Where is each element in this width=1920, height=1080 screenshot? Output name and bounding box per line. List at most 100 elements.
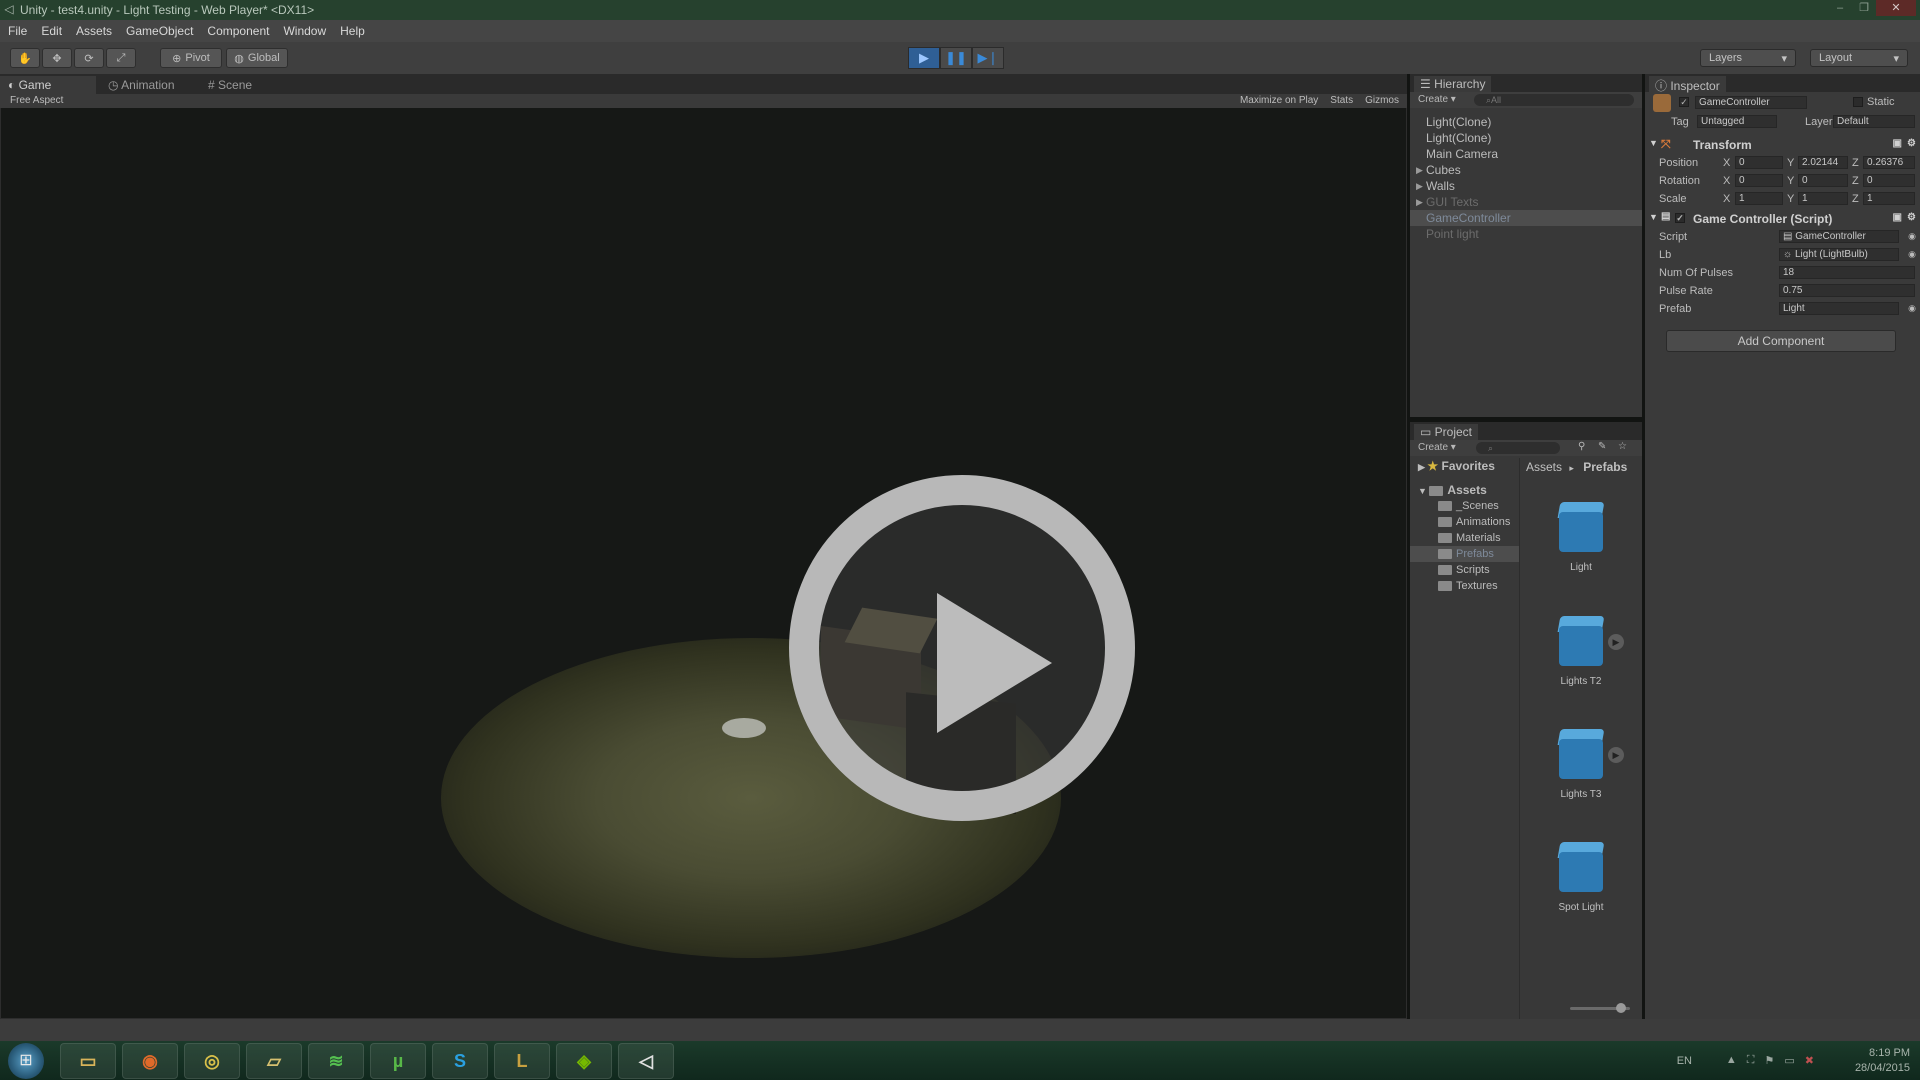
tab-animation[interactable]: ◷ Animation <box>100 76 196 94</box>
flag-icon[interactable]: ⚑ <box>1765 1054 1775 1067</box>
rotation-y-field[interactable]: 0 <box>1798 174 1848 187</box>
hierarchy-item[interactable]: ▶ Cubes <box>1410 162 1642 178</box>
hierarchy-item-selected[interactable]: GameController <box>1410 210 1642 226</box>
hierarchy-item[interactable]: ▶ Walls <box>1410 178 1642 194</box>
maximize-button[interactable]: ❐ <box>1852 0 1876 16</box>
folder-item[interactable]: Textures <box>1410 578 1519 594</box>
utorrent-taskbar-button[interactable]: µ <box>370 1043 426 1079</box>
spotify-taskbar-button[interactable]: ≋ <box>308 1043 364 1079</box>
object-picker-icon[interactable]: ◉ <box>1908 303 1916 314</box>
expand-arrow-icon[interactable]: ▶ <box>1418 462 1427 472</box>
gizmos-dropdown[interactable]: Gizmos <box>1365 95 1399 106</box>
filter-icon[interactable]: ⚲ <box>1578 441 1585 452</box>
aspect-dropdown[interactable]: Free Aspect <box>10 95 63 106</box>
script-component-header[interactable]: ▼ ▤ ✓ Game Controller (Script) ▣ ⚙ <box>1645 210 1920 228</box>
pause-button[interactable]: ❚❚ <box>940 47 972 69</box>
maximize-on-play-toggle[interactable]: Maximize on Play <box>1240 95 1318 106</box>
file-explorer-taskbar-button[interactable]: ▭ <box>60 1043 116 1079</box>
slider-knob[interactable] <box>1616 1003 1626 1013</box>
scale-z-field[interactable]: 1 <box>1863 192 1915 205</box>
prefab-asset[interactable]: Spot Light <box>1536 838 1626 913</box>
hierarchy-item[interactable]: Point light <box>1410 226 1642 242</box>
stats-toggle[interactable]: Stats <box>1330 95 1353 106</box>
hand-tool-button[interactable]: ✋ <box>10 48 40 68</box>
star-icon[interactable]: ☆ <box>1618 441 1627 452</box>
step-button[interactable]: ▶❘ <box>972 47 1004 69</box>
league-taskbar-button[interactable]: L <box>494 1043 550 1079</box>
menu-component[interactable]: Component <box>207 24 269 38</box>
hierarchy-item[interactable]: ▶ GUI Texts <box>1410 194 1642 210</box>
prefab-asset[interactable]: Light <box>1536 498 1626 573</box>
nvidia-taskbar-button[interactable]: ◈ <box>556 1043 612 1079</box>
menu-assets[interactable]: Assets <box>76 24 112 38</box>
prefab-asset[interactable]: ▶ Lights T3 <box>1536 725 1626 800</box>
scale-x-field[interactable]: 1 <box>1735 192 1783 205</box>
breadcrumb-prefabs[interactable]: Prefabs <box>1583 460 1627 474</box>
layer-dropdown[interactable]: Default <box>1833 115 1915 128</box>
tab-inspector[interactable]: ⓘ Inspector <box>1649 76 1726 93</box>
folder-item[interactable]: Scripts <box>1410 562 1519 578</box>
expand-prefab-icon[interactable]: ▶ <box>1608 634 1624 650</box>
hierarchy-search-input[interactable]: ⌕All <box>1474 94 1634 106</box>
volume-muted-icon[interactable]: ✖ <box>1805 1054 1814 1067</box>
object-picker-icon[interactable]: ◉ <box>1908 231 1916 242</box>
layout-dropdown[interactable]: Layout ▾ <box>1810 49 1908 67</box>
expand-prefab-icon[interactable]: ▶ <box>1608 747 1624 763</box>
favorites-node[interactable]: ▶ ★ Favorites <box>1410 458 1519 474</box>
script-reference-field[interactable]: ▤ GameController <box>1779 230 1899 243</box>
chevron-up-icon[interactable]: ▲ <box>1726 1054 1737 1067</box>
pivot-toggle[interactable]: ⊕ Pivot <box>160 48 222 68</box>
help-icon[interactable]: ▣ <box>1893 138 1902 149</box>
folder-taskbar-button[interactable]: ▱ <box>246 1043 302 1079</box>
scale-tool-button[interactable]: ⤢ <box>106 48 136 68</box>
expand-arrow-icon[interactable]: ▶ <box>1416 178 1423 194</box>
menu-window[interactable]: Window <box>283 24 326 38</box>
folder-item-selected[interactable]: Prefabs <box>1410 546 1519 562</box>
hierarchy-item[interactable]: Light(Clone) <box>1410 114 1642 130</box>
prefab-reference-field[interactable]: Light <box>1779 302 1899 315</box>
gear-icon[interactable]: ⚙ <box>1907 138 1916 149</box>
gear-icon[interactable]: ⚙ <box>1907 212 1916 223</box>
label-icon[interactable]: ✎ <box>1598 441 1606 452</box>
expand-arrow-icon[interactable]: ▶ <box>1416 194 1423 210</box>
firefox-taskbar-button[interactable]: ◉ <box>122 1043 178 1079</box>
global-toggle[interactable]: ◍ Global <box>226 48 288 68</box>
start-button[interactable]: ⊞ <box>8 1043 44 1079</box>
icon-size-slider[interactable] <box>1570 1003 1630 1013</box>
play-button[interactable]: ▶ <box>908 47 940 69</box>
project-create-dropdown[interactable]: Create ▾ <box>1418 442 1456 453</box>
folder-item[interactable]: _Scenes <box>1410 498 1519 514</box>
active-checkbox[interactable]: ✓ <box>1679 97 1689 107</box>
breadcrumb-assets[interactable]: Assets <box>1526 460 1562 474</box>
add-component-button[interactable]: Add Component <box>1666 330 1896 352</box>
clock[interactable]: 8:19 PM 28/04/2015 <box>1855 1046 1910 1076</box>
hierarchy-item[interactable]: Main Camera <box>1410 146 1642 162</box>
move-tool-button[interactable]: ✥ <box>42 48 72 68</box>
menu-gameobject[interactable]: GameObject <box>126 24 193 38</box>
assets-node[interactable]: ▼ Assets <box>1410 482 1519 498</box>
game-viewport[interactable] <box>1 108 1406 1018</box>
tab-game[interactable]: ◐ Game <box>0 76 96 94</box>
minimize-button[interactable]: ‒ <box>1828 0 1852 16</box>
prefab-asset[interactable]: ▶ Lights T2 <box>1536 612 1626 687</box>
skype-taskbar-button[interactable]: S <box>432 1043 488 1079</box>
chrome-taskbar-button[interactable]: ◎ <box>184 1043 240 1079</box>
hierarchy-create-dropdown[interactable]: Create ▾ <box>1418 94 1456 105</box>
menu-edit[interactable]: Edit <box>41 24 62 38</box>
rotate-tool-button[interactable]: ⟳ <box>74 48 104 68</box>
tag-dropdown[interactable]: Untagged <box>1697 115 1777 128</box>
collapse-arrow-icon[interactable]: ▼ <box>1649 138 1658 148</box>
folder-item[interactable]: Animations <box>1410 514 1519 530</box>
rotation-x-field[interactable]: 0 <box>1735 174 1783 187</box>
unity-taskbar-button[interactable]: ◁ <box>618 1043 674 1079</box>
position-y-field[interactable]: 2.02144 <box>1798 156 1848 169</box>
object-picker-icon[interactable]: ◉ <box>1908 249 1916 260</box>
lb-reference-field[interactable]: ☼ Light (LightBulb) <box>1779 248 1899 261</box>
position-x-field[interactable]: 0 <box>1735 156 1783 169</box>
project-search-input[interactable]: ⌕ <box>1476 442 1560 454</box>
video-play-overlay[interactable] <box>789 475 1135 821</box>
language-indicator[interactable]: EN <box>1677 1055 1692 1067</box>
position-z-field[interactable]: 0.26376 <box>1863 156 1915 169</box>
transform-header[interactable]: ▼ ⤧ Transform ▣ ⚙ <box>1645 136 1920 154</box>
rotation-z-field[interactable]: 0 <box>1863 174 1915 187</box>
